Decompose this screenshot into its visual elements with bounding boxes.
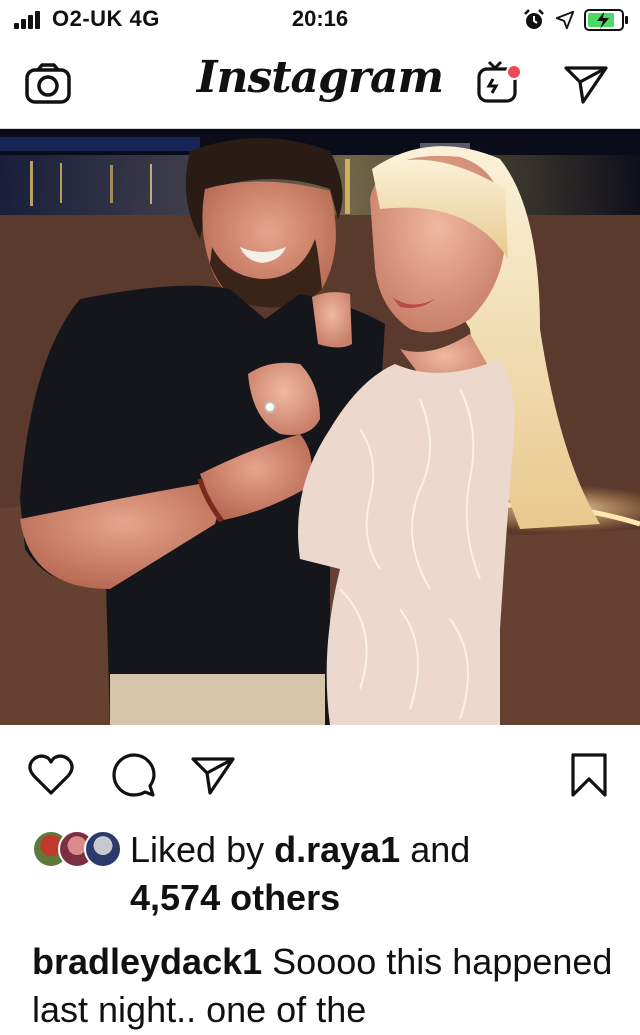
- save-button[interactable]: [564, 750, 614, 800]
- caption-username-link[interactable]: bradleydack1: [32, 941, 262, 982]
- post-action-bar: [0, 740, 640, 810]
- igtv-icon: [477, 60, 522, 103]
- bookmark-icon: [571, 753, 607, 797]
- likes-prefix: Liked by: [130, 829, 265, 870]
- comment-button[interactable]: [108, 750, 158, 800]
- share-icon: [191, 757, 235, 795]
- likes-text: Liked by d.raya1 and 4,574 others: [130, 826, 630, 922]
- heart-icon: [28, 754, 74, 795]
- liker-avatars[interactable]: [32, 830, 122, 868]
- post-caption: bradleydack1 Soooo this happened last ni…: [32, 938, 632, 1034]
- status-bar: O2-UK 4G 20:16: [0, 0, 640, 40]
- likes-count-link[interactable]: 4,574 others: [130, 877, 340, 918]
- comment-icon: [112, 753, 156, 797]
- direct-message-button[interactable]: [560, 58, 612, 110]
- igtv-button[interactable]: [472, 58, 524, 110]
- location-arrow-icon: [555, 10, 575, 30]
- top-navigation-bar: Instagram: [0, 40, 640, 129]
- battery-charging-icon: [584, 9, 628, 31]
- couple-photo: [0, 129, 640, 725]
- avatar: [84, 830, 122, 868]
- share-button[interactable]: [188, 750, 238, 800]
- post-photo[interactable]: [0, 129, 640, 725]
- direct-message-icon: [564, 66, 608, 104]
- likes-conjunction: and: [410, 829, 471, 870]
- liker-username-link[interactable]: d.raya1: [274, 829, 400, 870]
- alarm-clock-icon: [524, 9, 544, 29]
- instagram-logo: Instagram: [196, 52, 444, 103]
- like-button[interactable]: [26, 750, 76, 800]
